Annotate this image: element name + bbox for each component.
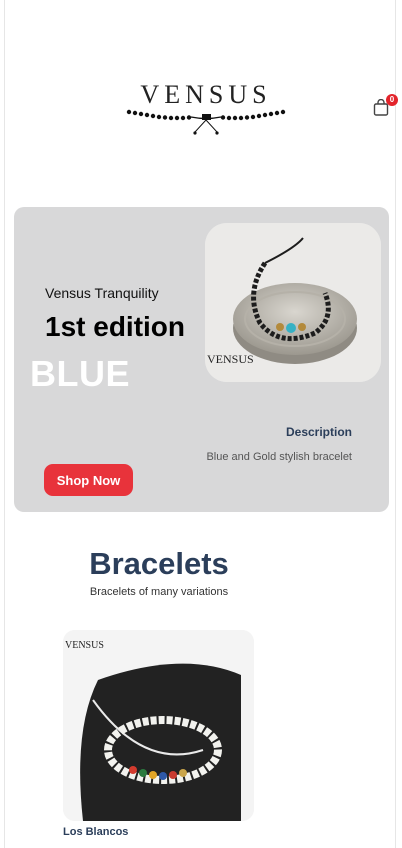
logo-cord-graphic bbox=[126, 109, 286, 135]
hero-banner: Vensus Tranquility 1st edition BLUE VENS… bbox=[14, 207, 389, 512]
description-heading: Description bbox=[285, 425, 352, 439]
hero-product-image: VENSUS bbox=[205, 223, 381, 382]
page-container: VENSUS 0 Vensus Tranquility 1st edition … bbox=[4, 0, 398, 848]
section-title: Bracelets bbox=[89, 546, 229, 581]
bracelet-on-tin-image: VENSUS bbox=[205, 223, 381, 382]
description-text: Blue and Gold stylish bracelet bbox=[206, 451, 352, 463]
brand-logo[interactable]: VENSUS bbox=[123, 80, 289, 142]
hero-title: 1st edition bbox=[45, 311, 186, 342]
hero-image-watermark: VENSUS bbox=[207, 352, 254, 366]
cart-count-badge: 0 bbox=[386, 94, 398, 106]
shop-now-button[interactable]: Shop Now bbox=[44, 464, 133, 496]
white-bracelet-image: VENSUS bbox=[63, 630, 254, 821]
cart-button[interactable]: 0 bbox=[373, 94, 398, 118]
product-image-los-blancos[interactable]: VENSUS bbox=[63, 630, 254, 821]
product-image-watermark: VENSUS bbox=[65, 640, 104, 651]
product-name[interactable]: Los Blancos bbox=[63, 826, 128, 838]
hero-subtitle: Vensus Tranquility bbox=[45, 285, 159, 301]
section-subtitle: Bracelets of many variations bbox=[89, 586, 229, 598]
hero-color-label: BLUE bbox=[30, 353, 130, 394]
